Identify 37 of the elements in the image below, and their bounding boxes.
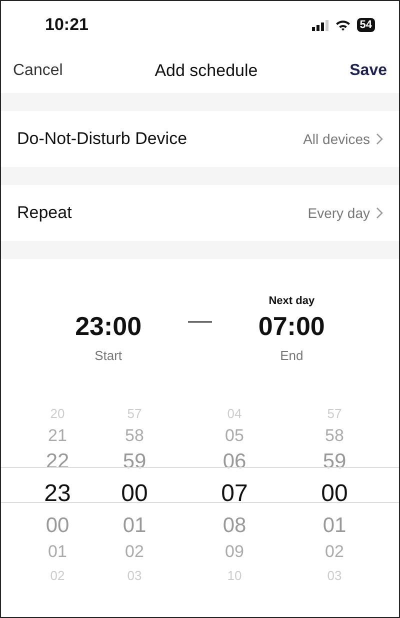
picker-value[interactable]: 09 [225, 539, 244, 565]
picker-value[interactable]: 01 [122, 513, 146, 539]
picker-value[interactable]: 07 [221, 475, 248, 513]
settings-row[interactable]: Do-Not-Disturb Device All devices [1, 111, 399, 167]
signal-icon [312, 20, 329, 30]
picker-value[interactable]: 02 [125, 539, 144, 565]
picker-value[interactable]: 21 [48, 423, 67, 449]
battery-level: 54 [356, 18, 375, 32]
chevron-icon [376, 207, 383, 219]
start-caption: Start [94, 348, 122, 363]
chevron-icon [376, 133, 383, 145]
wifi-icon [334, 19, 351, 31]
cancel-button[interactable]: Cancel [13, 62, 63, 80]
start-time: 23:00 [75, 311, 142, 342]
picker-value[interactable]: 01 [322, 513, 346, 539]
picker-value[interactable]: 00 [121, 475, 148, 513]
row-value: All devices [303, 131, 370, 147]
row-value: Every day [308, 205, 370, 221]
picker-value[interactable]: 02 [325, 539, 344, 565]
picker-value[interactable]: 00 [321, 475, 348, 513]
row-label: Do-Not-Disturb Device [17, 129, 188, 149]
picker-value[interactable]: 01 [48, 539, 67, 565]
settings-row[interactable]: Repeat Every day [1, 185, 399, 241]
picker-value[interactable]: 08 [222, 513, 246, 539]
end-time: 07:00 [258, 311, 325, 342]
picker-value[interactable]: 58 [325, 423, 344, 449]
picker-value[interactable]: 05 [225, 423, 244, 449]
picker-value[interactable]: 58 [125, 423, 144, 449]
end-caption: End [280, 348, 304, 363]
status-time: 10:21 [45, 15, 88, 35]
page-title: Add schedule [154, 61, 258, 81]
picker-value[interactable]: 00 [46, 513, 70, 539]
picker-value[interactable]: 23 [44, 475, 71, 513]
range-separator: — [188, 307, 212, 335]
save-button[interactable]: Save [350, 62, 387, 80]
row-label: Repeat [17, 203, 72, 223]
next-day-note: Next day [268, 295, 315, 307]
